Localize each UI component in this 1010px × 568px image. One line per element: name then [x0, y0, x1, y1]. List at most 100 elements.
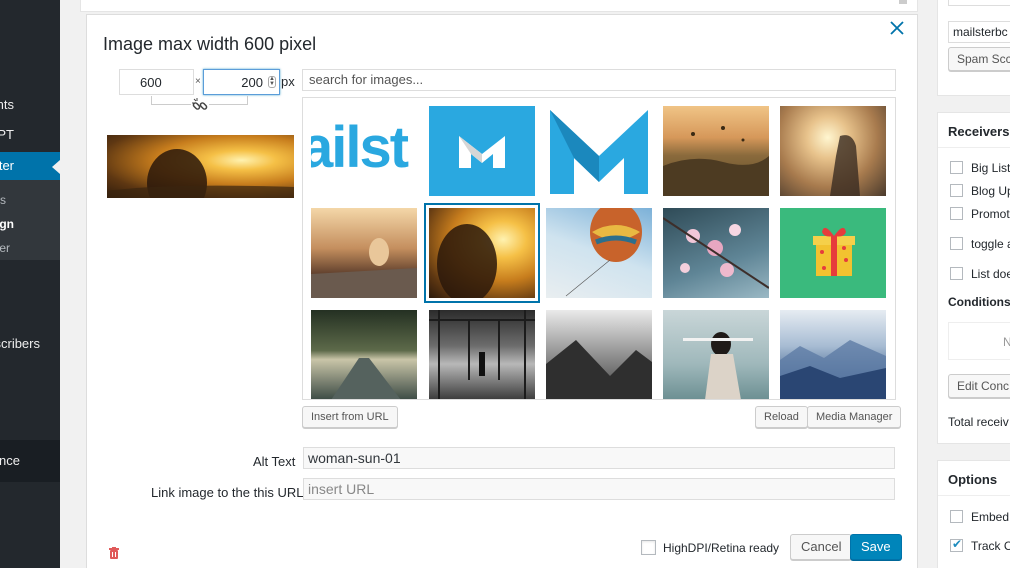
list-checkbox-3[interactable] [950, 207, 963, 220]
thumb-balloons-valley[interactable] [663, 106, 769, 196]
thumb-mountain-bw[interactable] [546, 310, 652, 399]
list-label-3: Promot [971, 207, 1010, 221]
track-label: Track C [971, 539, 1010, 553]
unlink-icon[interactable] [191, 97, 209, 115]
conditions-title: Conditions [948, 295, 1010, 309]
save-button[interactable]: Save [850, 534, 902, 560]
thumb-mailster-wordmark[interactable]: ailst [311, 106, 417, 196]
menu-item-newsletter[interactable]: ter [0, 152, 60, 180]
list-label-2: Blog Up [971, 184, 1010, 198]
height-input[interactable]: 200 ▲ ▼ [203, 69, 280, 95]
mountain-graphic [546, 340, 652, 399]
trash-icon-glyph [109, 547, 119, 559]
width-input[interactable]: 600 [119, 69, 194, 95]
list-checkbox-2[interactable] [950, 184, 963, 197]
template-panel-header [80, 0, 918, 12]
cancel-button[interactable]: Cancel [790, 534, 853, 560]
menu-item-er[interactable]: er [0, 235, 60, 261]
hdpi-checkbox[interactable] [641, 540, 656, 555]
receivers-title: Receivers [948, 124, 1010, 139]
blossom-graphic [663, 217, 769, 289]
options-title: Options [948, 472, 998, 487]
embed-label: Embed [971, 510, 1010, 524]
menu-label: nts [0, 97, 14, 112]
thumb-blue-mountains[interactable] [780, 310, 886, 399]
active-arrow [52, 160, 60, 174]
admin-sidebar: nts PT ter s gn er scribers nce [0, 0, 60, 568]
menu-label: s [0, 193, 6, 207]
thumb-gift-icon[interactable] [780, 208, 886, 298]
thumb-forest-road[interactable] [311, 310, 417, 399]
reload-button[interactable]: Reload [755, 406, 808, 428]
menu-label: ter [0, 158, 14, 173]
thumb-woman-sunlight[interactable] [780, 106, 886, 196]
menu-item-pt[interactable]: PT [0, 122, 60, 148]
height-value: 200 [241, 74, 263, 90]
hdpi-label: HighDPI/Retina ready [663, 541, 780, 555]
menu-item-campaign[interactable]: gn [0, 211, 60, 237]
unit-label: px [281, 74, 295, 89]
thumb-cherry-blossom[interactable] [663, 208, 769, 298]
image-grid: ailst [302, 97, 896, 400]
person-graphic [311, 238, 417, 298]
times-sign: × [195, 76, 201, 87]
trash-icon[interactable] [107, 546, 121, 560]
menu-item-appearance[interactable]: nce [0, 448, 60, 474]
m-logo-icon [550, 110, 648, 194]
list-checkbox-1[interactable] [950, 161, 963, 174]
image-preview [107, 135, 294, 217]
alt-text-label: Alt Text [253, 454, 296, 469]
thumb-mailster-m-blue[interactable] [546, 106, 652, 196]
thumb-woman-sun-selected[interactable] [424, 203, 540, 303]
menu-item-s[interactable]: s [0, 187, 60, 213]
menu-item-nts[interactable]: nts [0, 92, 60, 118]
thumb-woman-blindfold[interactable] [663, 310, 769, 399]
conditions-box: N [948, 322, 1010, 360]
person-graphic [683, 332, 753, 399]
building-graphic [429, 310, 535, 399]
embed-checkbox[interactable] [950, 510, 963, 523]
gift-icon [813, 227, 855, 276]
edit-conditions-button[interactable]: Edit Conc [948, 374, 1010, 398]
list-doesnt-matter-label: List doe [971, 267, 1010, 281]
mountain-graphic [780, 340, 886, 399]
image-editor-dialog: Image max width 600 pixel 600 × 200 ▲ ▼ p… [86, 14, 918, 568]
m-logo-icon [459, 136, 505, 168]
toggle-all-checkbox[interactable] [950, 237, 963, 250]
landscape-graphic [663, 126, 769, 196]
mailster-list-input[interactable]: mailsterbc [948, 21, 1010, 43]
thumb-woman-lake[interactable] [311, 208, 417, 298]
menu-item-subscribers[interactable]: scribers [0, 331, 60, 357]
spam-score-button[interactable]: Spam Scc [948, 47, 1010, 71]
total-receivers-label: Total receiv [948, 415, 1009, 429]
alt-text-input[interactable]: woman-sun-01 [303, 447, 895, 469]
image-search-input[interactable]: search for images... [302, 69, 896, 91]
thumb-warehouse-silhouette[interactable] [429, 310, 535, 399]
menu-label: gn [0, 217, 14, 231]
link-url-input[interactable]: insert URL [303, 478, 895, 500]
mailster-wordmark: ailst [311, 115, 409, 180]
balloon-graphic [565, 208, 642, 297]
media-manager-button[interactable]: Media Manager [807, 406, 902, 428]
top-input-fragment[interactable] [948, 0, 1010, 6]
panel-handle[interactable] [899, 0, 907, 4]
menu-label: nce [0, 453, 20, 468]
list-doesnt-matter-checkbox[interactable] [950, 267, 963, 280]
menu-label: PT [0, 127, 14, 142]
close-icon-glyph [890, 21, 904, 35]
stepper-icon[interactable]: ▲ ▼ [268, 76, 276, 88]
close-icon[interactable] [889, 21, 905, 37]
menu-label: er [0, 241, 10, 255]
thumb-mailster-m-white[interactable] [429, 106, 535, 196]
preview-silhouette [107, 149, 294, 217]
insert-from-url-button[interactable]: Insert from URL [302, 406, 398, 428]
width-value: 600 [140, 74, 162, 90]
toggle-all-label: toggle a [971, 237, 1010, 251]
menu-label: scribers [0, 336, 40, 351]
road-graphic [331, 358, 401, 399]
person-graphic [830, 135, 860, 196]
track-checkbox[interactable] [950, 537, 963, 552]
person-graphic [437, 224, 497, 298]
thumb-hot-air-balloon[interactable] [546, 208, 652, 298]
receivers-box: Receivers Big List Blog Up Promot toggle… [937, 112, 1010, 444]
